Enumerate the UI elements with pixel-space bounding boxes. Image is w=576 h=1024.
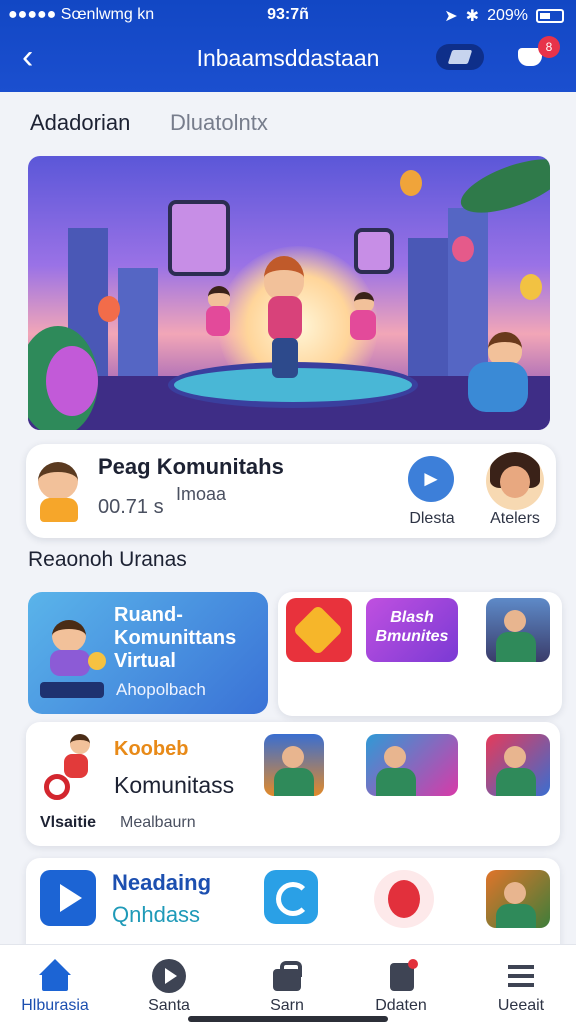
komunitas-label-top: Koobeb (114, 738, 189, 760)
nav-play[interactable]: Santa (114, 951, 224, 1015)
girl-body (268, 296, 302, 340)
building (118, 268, 158, 378)
balloon (520, 274, 542, 300)
nav-label: Hlburasia (21, 997, 89, 1014)
kid-illustration (42, 618, 106, 678)
girl-illustration (264, 256, 304, 300)
menu-icon (504, 959, 538, 993)
tab-secondary[interactable]: Dluatolntx (170, 110, 268, 136)
dancer-left (208, 286, 230, 308)
balloon (400, 170, 422, 196)
toggle-pill-icon[interactable] (436, 44, 484, 70)
nav-menu[interactable]: Ueeait (466, 951, 576, 1015)
nav-document[interactable]: Ddaten (346, 951, 456, 1015)
community-stat-secondary: Imoaa (176, 484, 227, 504)
app-tiles-row: Blash Bmunites (278, 592, 562, 716)
location-icon: ➤ (444, 8, 458, 25)
sync-icon[interactable] (264, 870, 318, 924)
tablet-illustration (168, 200, 230, 276)
virtual-community-card[interactable]: Ruand-Komunittans Virtual Ahopolbach (28, 592, 268, 714)
keyboard-icon (40, 682, 104, 698)
status-right: ➤ ✱ 209% (444, 6, 564, 26)
community-title: Peag Komunitahs (98, 454, 284, 479)
hero-banner[interactable] (28, 156, 550, 430)
battery-icon (536, 9, 564, 23)
app-tile-people[interactable] (486, 598, 550, 662)
nav-bag[interactable]: Sarn (232, 951, 342, 1015)
virtual-card-title: Ruand-Komunittans Virtual (114, 604, 237, 672)
nav-label: Ddaten (375, 997, 427, 1014)
status-bar: ●●●●● Sœnlwmg kn 93:7ñ ➤ ✱ 209% (0, 0, 576, 30)
balloon (98, 296, 120, 322)
reading-card[interactable]: Neadaing Qnhdass (26, 858, 560, 958)
girl-legs (272, 338, 298, 378)
avatar-label: Atelers (490, 510, 540, 527)
nav-label: Sarn (270, 997, 304, 1014)
community-card[interactable]: Peag Komunitahs 00.71 s Imoaa ► Dlesta A… (26, 444, 556, 538)
nav-label: Ueeait (497, 997, 545, 1014)
dancer-left-body (206, 306, 230, 336)
tablet-illustration (354, 228, 394, 274)
app-tile-crowd[interactable] (486, 870, 550, 928)
virtual-card-subtitle: Ahopolbach (116, 680, 206, 699)
top-bar: ●●●●● Sœnlwmg kn 93:7ñ ➤ ✱ 209% ‹ Inbaam… (0, 0, 576, 92)
bag-icon (270, 959, 304, 993)
page-title: Inbaamsddastaan (196, 45, 380, 71)
app-tile-puzzle[interactable] (286, 598, 352, 662)
app-tile-band[interactable] (486, 734, 550, 796)
plant (46, 346, 98, 416)
komunitas-footer-bold: Vlsaitie (40, 814, 97, 831)
boy-body (468, 362, 528, 412)
komunitas-label-main: Komunitass (114, 772, 235, 798)
komunitas-card[interactable]: Koobeb Komunitass Vlsaitie Mealbaurn (26, 722, 560, 846)
document-icon (384, 959, 418, 993)
building (408, 238, 448, 378)
boy-illustration (488, 332, 522, 366)
avatar[interactable] (486, 452, 544, 510)
section-title: Reaonoh Uranas (28, 548, 187, 571)
community-stat: 00.71 s (98, 496, 164, 518)
app-tile-concert[interactable] (366, 734, 458, 796)
bottom-nav: Hlburasia Santa Sarn Ddaten Ueeait (0, 944, 576, 1024)
music-icon[interactable] (374, 870, 434, 928)
komunitas-footer-text: Mealbaurn (120, 814, 196, 831)
home-icon (38, 959, 72, 993)
dancer-right-body (350, 310, 376, 340)
play-label: Dlesta (409, 510, 455, 527)
nav-home[interactable]: Hlburasia (0, 951, 110, 1015)
dancer-right (354, 292, 374, 312)
battery-percent: 209% (487, 7, 528, 24)
home-indicator[interactable] (188, 1016, 388, 1022)
tab-primary[interactable]: Adadorian (30, 110, 130, 136)
reading-title: Neadaing (112, 870, 212, 895)
runner-illustration (42, 732, 104, 802)
app-tile-group[interactable] (264, 734, 324, 796)
notification-badge: 8 (538, 36, 560, 58)
balloon (452, 236, 474, 262)
app-tile-blash[interactable]: Blash Bmunites (366, 598, 458, 662)
play-button[interactable]: ► (408, 456, 454, 502)
nav-label: Santa (148, 997, 190, 1014)
bluetooth-icon: ✱ (465, 8, 480, 25)
kid-avatar (32, 456, 86, 522)
play-icon (152, 959, 186, 993)
building (448, 208, 488, 378)
play-app-icon[interactable] (40, 870, 96, 926)
reading-subtitle: Qnhdass (112, 902, 201, 927)
play-icon: ► (420, 466, 442, 491)
